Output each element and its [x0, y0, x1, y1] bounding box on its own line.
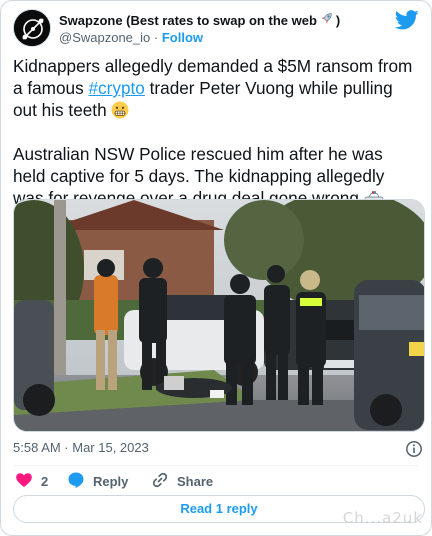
tweet-card: Swapzone (Best rates to swap on the web …	[0, 0, 432, 536]
tweet-paragraph-1: Kidnappers allegedly demanded a $5M rans…	[13, 55, 418, 121]
twitter-bird-icon[interactable]	[394, 9, 419, 31]
tweet-text: Kidnappers allegedly demanded a $5M rans…	[13, 55, 418, 209]
like-button[interactable]: 2	[15, 470, 48, 492]
author-block: Swapzone (Best rates to swap on the web …	[59, 12, 389, 46]
info-icon[interactable]	[405, 440, 423, 458]
rocket-icon	[320, 12, 333, 29]
tweet-timestamp[interactable]: 5:58 AM · Mar 15, 2023	[13, 440, 149, 455]
reply-icon	[67, 471, 85, 492]
tweet-header: Swapzone (Best rates to swap on the web …	[13, 9, 419, 49]
divider	[13, 465, 419, 466]
tweet-meta: 5:58 AM · Mar 15, 2023	[13, 440, 423, 458]
author-name[interactable]: Swapzone (Best rates to swap on the web	[59, 13, 317, 29]
author-avatar[interactable]	[13, 9, 51, 47]
handle-separator: ·	[153, 30, 159, 45]
follow-link[interactable]: Follow	[162, 30, 203, 45]
share-label: Share	[177, 473, 214, 489]
action-bar: 2 Reply Share	[13, 470, 413, 492]
author-handle[interactable]: @Swapzone_io	[59, 30, 150, 45]
author-name-row[interactable]: Swapzone (Best rates to swap on the web …	[59, 12, 389, 29]
handle-row: @Swapzone_io · Follow	[59, 30, 389, 46]
satellite-logo-icon	[14, 10, 50, 46]
reply-button[interactable]: Reply	[67, 470, 128, 492]
heart-icon	[15, 471, 33, 492]
photo-illustration	[14, 200, 424, 431]
watermark: Ch...a2uk	[342, 509, 423, 527]
share-button[interactable]: Share	[151, 470, 213, 492]
like-count: 2	[41, 473, 49, 489]
author-name-suffix: )	[335, 12, 341, 28]
grimacing-face-icon	[111, 101, 129, 119]
reply-label: Reply	[93, 473, 129, 489]
link-icon	[151, 471, 169, 492]
police-raid-photo[interactable]	[13, 199, 425, 432]
hashtag-link[interactable]: #crypto	[88, 78, 144, 98]
